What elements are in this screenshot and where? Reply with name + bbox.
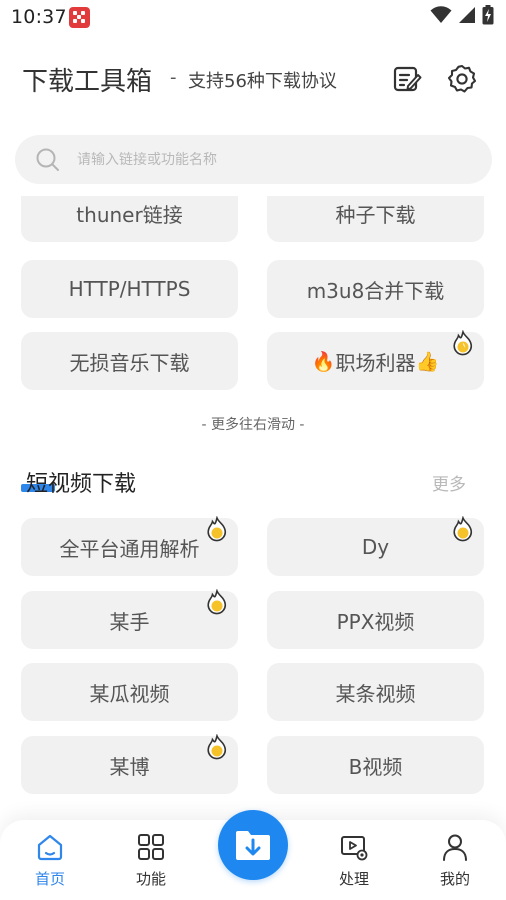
thumbs-up-emoji-icon: 👍 [415,350,440,373]
tool-label: 种子下载 [335,202,416,227]
tool-label: PPX视频 [336,609,415,634]
tool-thunder-link[interactable]: thuner链接 [21,196,238,242]
status-icons [430,5,494,25]
tool-m3u8-merge[interactable]: m3u8合并下载 [267,260,484,318]
hot-badge-icon [207,589,227,615]
nav-label: 首页 [34,870,65,888]
download-fab-button[interactable] [218,810,288,880]
tool-lossless-music[interactable]: 无损音乐下载 [21,332,238,390]
video-ppx[interactable]: PPX视频 [267,591,484,649]
tool-label: 某瓜视频 [89,681,170,706]
section-title-short-video: 短视频下载 [26,472,137,497]
page-subtitle: 支持56种下载协议 [188,71,337,92]
tool-label: 某手 [109,609,150,634]
video-toutiao[interactable]: 某条视频 [267,663,484,721]
nav-process[interactable]: 处理 [319,832,389,892]
tool-workplace[interactable]: 🔥 职场利器 👍 [267,330,484,390]
tool-label: 无损音乐下载 [69,350,190,375]
notes-edit-icon[interactable] [392,64,422,94]
nav-label: 我的 [439,870,470,888]
signal-icon [459,7,475,23]
tool-label: Dy [361,535,390,559]
video-xigua[interactable]: 某瓜视频 [21,663,238,721]
tool-label: B视频 [348,754,403,779]
tool-label: 全平台通用解析 [59,536,200,561]
profile-icon [443,834,467,861]
tool-label: m3u8合并下载 [306,278,445,303]
nav-profile[interactable]: 我的 [420,832,490,892]
title-separator: - [170,67,177,88]
download-folder-icon [236,831,270,860]
settings-gear-icon[interactable] [446,63,478,95]
tool-label: 某条视频 [335,681,416,706]
tool-label: 某博 [109,754,150,779]
video-dy[interactable]: Dy [267,516,484,576]
scroll-hint: - 更多往右滑动 - [201,417,305,433]
search-input[interactable] [77,135,457,184]
hot-badge-icon [207,734,227,760]
grid-icon [138,834,164,860]
hot-badge-icon [207,516,227,542]
more-link[interactable]: 更多 [432,470,466,495]
video-weibo[interactable]: 某博 [21,734,238,794]
tool-label: HTTP/HTTPS [68,277,191,301]
hot-badge-icon [453,516,473,542]
app-header: 下载工具箱 - 支持56种下载协议 [0,52,506,108]
hot-badge-icon [453,330,473,356]
content-scroll[interactable]: thuner链接 种子下载 HTTP/HTTPS m3u8合并下载 无损音乐下载… [0,196,506,796]
battery-charging-icon [482,5,494,25]
search-bar[interactable] [15,135,492,184]
tool-label: 职场利器 [335,350,416,375]
nav-label: 功能 [135,870,166,888]
status-time: 10:37 [11,6,67,28]
page-title: 下载工具箱 [22,67,153,97]
search-icon [36,148,59,171]
nav-label: 处理 [338,870,369,888]
tool-http-https[interactable]: HTTP/HTTPS [21,260,238,318]
status-bar: 10:37 [0,0,506,34]
nav-home[interactable]: 首页 [15,832,85,892]
video-bilibili[interactable]: B视频 [267,736,484,794]
video-kuaishou[interactable]: 某手 [21,589,238,649]
tool-label: thuner链接 [76,202,183,227]
home-icon [37,834,63,861]
fire-emoji-icon: 🔥 [311,350,336,373]
video-settings-icon [341,836,368,861]
wifi-icon [430,6,452,23]
video-all-platform[interactable]: 全平台通用解析 [21,516,238,576]
tool-torrent-download[interactable]: 种子下载 [267,196,484,242]
nav-features[interactable]: 功能 [116,832,186,892]
app-notification-icon [69,7,90,28]
